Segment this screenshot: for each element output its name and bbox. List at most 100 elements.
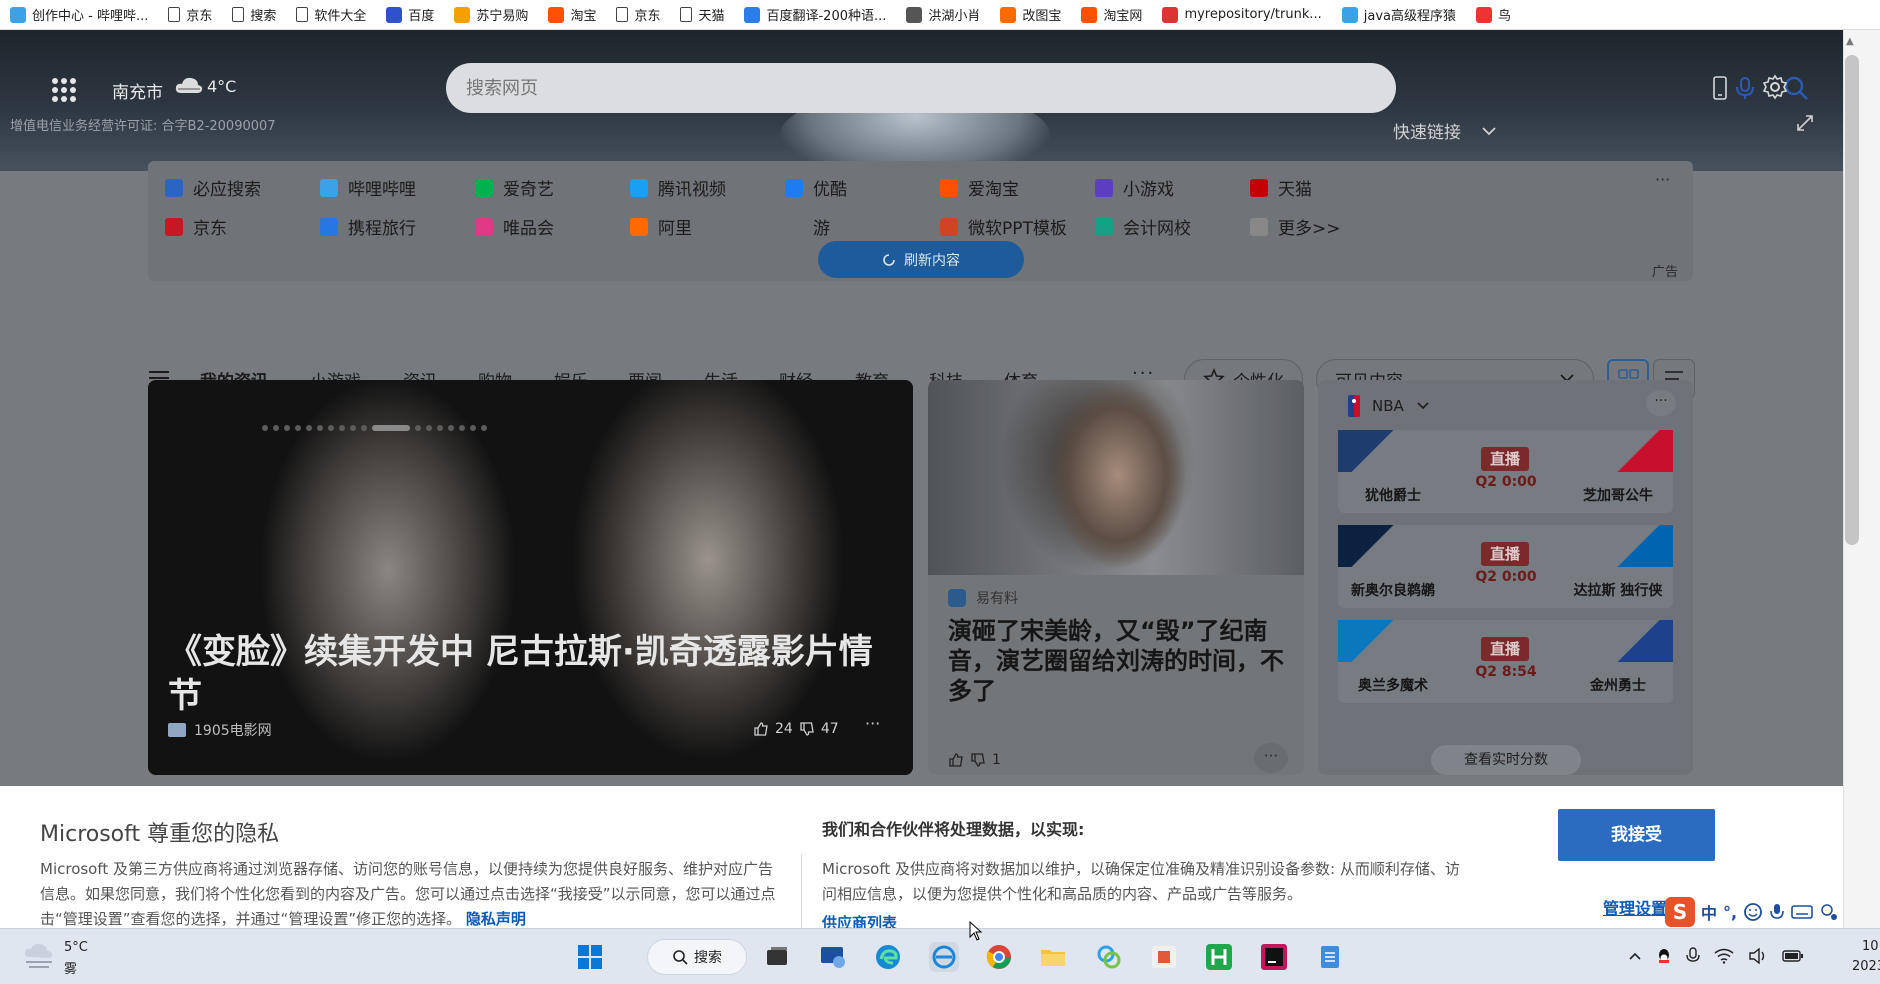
carousel-dot[interactable] (426, 425, 432, 431)
carousel-dot[interactable] (317, 425, 323, 431)
edge-browser-icon[interactable] (873, 942, 903, 972)
quick-link-item[interactable]: 哔哩哔哩 (320, 175, 416, 200)
bookmark-item[interactable]: 京东 (616, 5, 660, 24)
featured-news-card[interactable]: 《变脸》续集开发中 尼古拉斯·凯奇透露影片情节 1905电影网 24 47 ··… (148, 380, 913, 775)
manage-settings-link[interactable]: 管理设置 (1603, 895, 1667, 919)
accept-button[interactable]: 我接受 (1558, 809, 1715, 861)
nba-game-row[interactable]: 奥兰多魔术 金州勇士 直播 Q2 8:54 (1338, 620, 1673, 703)
quick-links-more-button[interactable]: ··· (1655, 170, 1670, 189)
file-explorer-icon[interactable] (1038, 942, 1068, 972)
bookmark-item[interactable]: myrepository/trunk... (1162, 6, 1322, 23)
ie-browser-icon[interactable] (929, 942, 959, 972)
thumbs-down-icon[interactable] (799, 721, 815, 737)
windows-start-icon[interactable] (575, 942, 605, 972)
quick-link-item[interactable]: 京东 (165, 214, 227, 239)
nba-header[interactable]: NBA (1348, 395, 1430, 417)
expand-icon[interactable] (1795, 113, 1815, 133)
ime-punctuation-toggle[interactable]: °, (1723, 903, 1737, 922)
intellij-idea-icon[interactable] (1259, 942, 1289, 972)
carousel-dot[interactable] (459, 425, 465, 431)
fog-weather-icon[interactable] (22, 941, 56, 971)
chrome-browser-icon[interactable] (984, 942, 1014, 972)
scroll-up-arrow-icon[interactable]: ▲ (1846, 36, 1854, 47)
quick-link-item[interactable]: 游 (785, 214, 830, 239)
weather-temperature[interactable]: 4°C (207, 77, 236, 96)
bookmark-item[interactable]: 天猫 (680, 5, 724, 24)
search-input[interactable] (466, 77, 1226, 99)
bookmark-item[interactable]: 苏宁易购 (454, 5, 528, 24)
voice-input-icon[interactable] (1769, 902, 1785, 922)
nba-game-row[interactable]: 新奥尔良鹈鹕 达拉斯 独行侠 直播 Q2 0:00 (1338, 525, 1673, 608)
carousel-dot[interactable] (372, 425, 410, 431)
web-search-box[interactable] (446, 63, 1808, 113)
quick-link-item[interactable]: 天猫 (1250, 175, 1312, 200)
carousel-dot[interactable] (339, 425, 345, 431)
apps-grid-icon[interactable] (52, 78, 76, 102)
carousel-dot[interactable] (350, 425, 356, 431)
bookmark-item[interactable]: 创作中心 - 哔哩哔... (10, 5, 148, 24)
carousel-dot[interactable] (262, 425, 268, 431)
quick-link-item[interactable]: 唯品会 (475, 214, 554, 239)
bookmark-item[interactable]: 鸟 (1476, 5, 1511, 24)
carousel-pager[interactable] (262, 425, 487, 431)
remote-desktop-icon[interactable] (818, 942, 848, 972)
bookmark-item[interactable]: 洪湖小肖 (906, 5, 980, 24)
qq-icon[interactable] (1656, 947, 1672, 965)
carousel-dot[interactable] (415, 425, 421, 431)
vendor-list-link[interactable]: 供应商列表 (822, 912, 897, 928)
carousel-dot[interactable] (328, 425, 334, 431)
thumbs-up-icon[interactable] (948, 752, 964, 768)
bookmark-item[interactable]: 百度翻译-200种语... (744, 5, 886, 24)
bookmark-item[interactable]: 淘宝网 (1081, 5, 1142, 24)
thumbs-up-icon[interactable] (753, 721, 769, 737)
news-card-more-button[interactable]: ··· (1254, 743, 1288, 773)
bookmark-item[interactable]: 百度 (386, 5, 434, 24)
microphone-icon[interactable] (1686, 947, 1700, 965)
privacy-statement-link[interactable]: 隐私声明 (466, 910, 526, 928)
photos-app-icon[interactable] (1094, 942, 1124, 972)
carousel-dot[interactable] (437, 425, 443, 431)
carousel-dot[interactable] (448, 425, 454, 431)
wps-office-icon[interactable] (1149, 942, 1179, 972)
view-live-scores-button[interactable]: 查看实时分数 (1431, 745, 1581, 775)
volume-icon[interactable] (1748, 948, 1768, 964)
notepad-icon[interactable] (1315, 942, 1345, 972)
taskbar-weather-temp[interactable]: 5°C (64, 940, 88, 955)
taskbar-clock-date[interactable]: 2023/1 (1852, 959, 1880, 974)
quick-link-item[interactable]: 更多>> (1250, 214, 1341, 239)
quick-link-item[interactable]: 爱奇艺 (475, 175, 554, 200)
carousel-dot[interactable] (273, 425, 279, 431)
battery-icon[interactable] (1782, 949, 1804, 963)
news-card[interactable]: 易有料 演砸了宋美龄，又“毁”了纪南音，演艺圈留给刘涛的时间，不多了 1 ··· (928, 380, 1304, 775)
taskbar-weather-condition[interactable]: 雾 (64, 958, 77, 977)
nba-game-row[interactable]: 犹他爵士 芝加哥公牛 直播 Q2 0:00 (1338, 430, 1673, 513)
bookmark-item[interactable]: 软件大全 (296, 5, 366, 24)
emoji-icon[interactable] (1743, 902, 1763, 922)
task-view-icon[interactable] (762, 942, 792, 972)
bookmark-item[interactable]: 改图宝 (1000, 5, 1061, 24)
ime-language-toggle[interactable]: 中 (1701, 900, 1717, 924)
featured-news-title[interactable]: 《变脸》续集开发中 尼古拉斯·凯奇透露影片情节 (168, 630, 888, 718)
quick-link-item[interactable]: 腾讯视频 (630, 175, 726, 200)
quick-link-item[interactable]: 微软PPT模板 (940, 214, 1067, 239)
carousel-dot[interactable] (470, 425, 476, 431)
quick-link-item[interactable]: 阿里 (630, 214, 692, 239)
ime-toolbar[interactable]: S 中 °, (1665, 895, 1880, 929)
refresh-content-button[interactable]: 刷新内容 (818, 241, 1024, 278)
quick-links-toggle[interactable]: 快速链接 (1393, 118, 1497, 143)
taskbar-search-button[interactable]: 搜索 (647, 939, 747, 975)
nba-more-button[interactable]: ··· (1646, 390, 1676, 416)
hbuilder-icon[interactable] (1204, 942, 1234, 972)
keyboard-icon[interactable] (1791, 904, 1813, 920)
quick-link-item[interactable]: 携程旅行 (320, 214, 416, 239)
carousel-dot[interactable] (295, 425, 301, 431)
quick-link-item[interactable]: 必应搜索 (165, 175, 261, 200)
bookmark-item[interactable]: 淘宝 (548, 5, 596, 24)
featured-news-more-button[interactable]: ··· (865, 714, 880, 733)
bookmark-item[interactable]: java高级程序猿 (1341, 5, 1456, 24)
chevron-up-icon[interactable] (1628, 951, 1642, 961)
wifi-icon[interactable] (1714, 948, 1734, 964)
phone-icon[interactable] (1712, 76, 1728, 100)
quick-link-item[interactable]: 会计网校 (1095, 214, 1191, 239)
carousel-dot[interactable] (284, 425, 290, 431)
